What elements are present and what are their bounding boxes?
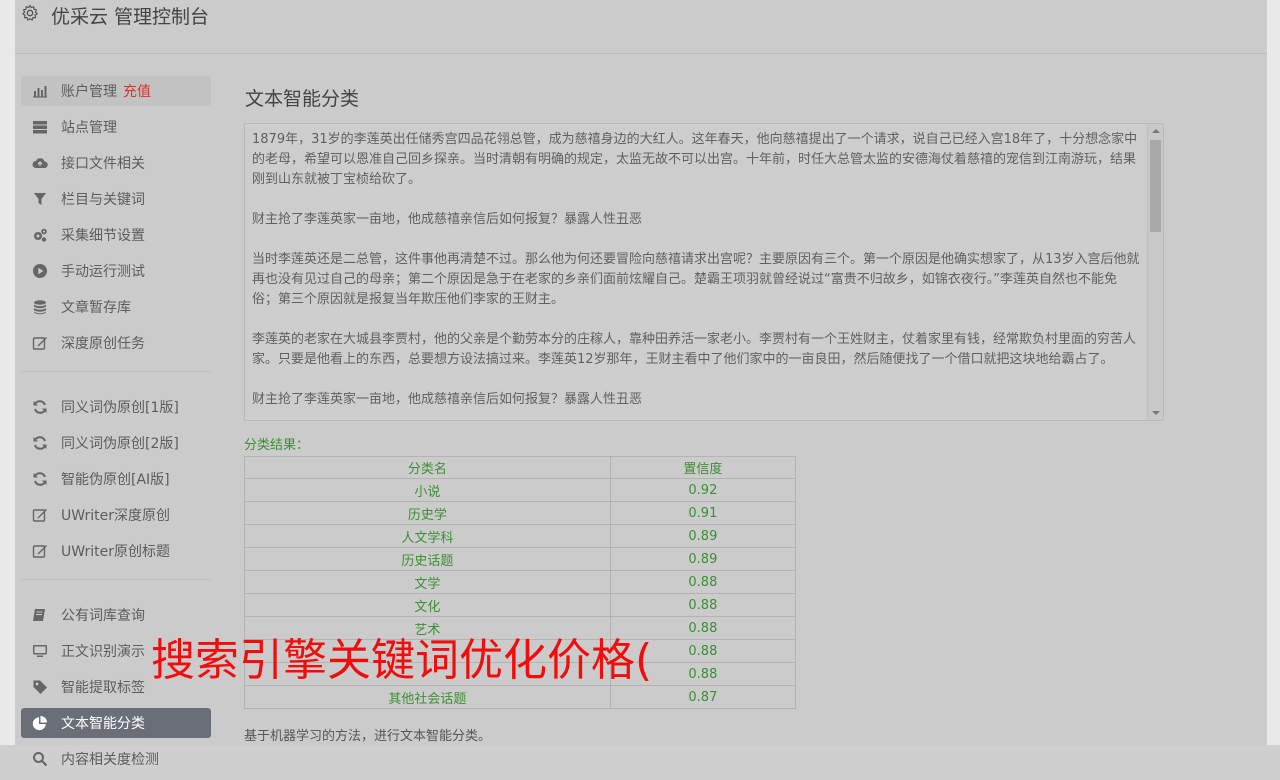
- textarea-scrollbar[interactable]: [1147, 124, 1163, 420]
- sidebar-item-label: 文章暂存库: [61, 300, 131, 316]
- sidebar-item-label: 深度原创任务: [61, 336, 145, 352]
- overlay-ad-text: 搜索引擎关键词优化价格(: [151, 635, 653, 686]
- refresh-icon: [33, 472, 47, 486]
- sidebar-item-label: 手动运行测试: [61, 264, 145, 280]
- text-paragraph: 财主抢了李莲英家一亩地，他成慈禧亲信后如何报复？暴露人性丑恶: [252, 212, 643, 227]
- category-cell: 历史话题: [244, 547, 611, 571]
- monitor-icon: [33, 645, 47, 657]
- confidence-cell: 0.89: [609, 524, 797, 548]
- text-paragraph: 李莲英的老家在大城县李贾村，他的父亲是个勤劳本分的庄稼人，靠种田养活一家老小。李…: [252, 332, 1137, 367]
- sidebar-item-text-classify[interactable]: 文本智能分类: [21, 708, 211, 738]
- confidence-cell: 0.89: [609, 547, 797, 571]
- column-header: 置信度: [609, 456, 797, 479]
- cloud-upload-icon: [32, 158, 48, 168]
- refresh-icon: [33, 436, 47, 450]
- textarea-content: 1879年，31岁的李莲英出任储秀宫四品花翎总管，成为慈禧身边的大红人。这年春天…: [252, 130, 1140, 420]
- divider: [21, 371, 211, 372]
- table-row: 历史学 0.91: [244, 501, 797, 525]
- left-margin: [0, 0, 15, 745]
- page-title: 文本智能分类: [245, 88, 360, 110]
- scroll-up-arrow-icon[interactable]: [1152, 129, 1160, 133]
- sidebar-item-label: 智能伪原创[AI版]: [61, 472, 170, 488]
- right-margin: [1267, 0, 1280, 745]
- category-cell: 文学: [244, 570, 611, 594]
- edit-icon: [32, 509, 47, 522]
- play-circle-icon: [33, 264, 47, 278]
- sidebar-item-label: UWriter原创标题: [61, 544, 170, 560]
- bar-chart-icon: [33, 86, 47, 98]
- recharge-link[interactable]: 充值: [123, 81, 151, 101]
- sidebar-item-label: 同义词伪原创[2版]: [61, 436, 179, 452]
- sidebar-item-label: UWriter深度原创: [61, 508, 170, 524]
- sidebar-item-manual-run[interactable]: 手动运行测试: [21, 256, 211, 286]
- result-label: 分类结果：: [244, 438, 310, 453]
- sidebar-item-article-store[interactable]: 文章暂存库: [21, 292, 211, 322]
- sidebar-item-label: 智能提取标签: [61, 680, 145, 696]
- sidebar-item-label: 账户管理: [61, 84, 117, 100]
- sidebar-item-label: 采集细节设置: [61, 228, 145, 244]
- table-row: 文化 0.88: [244, 593, 797, 617]
- table-row: 历史话题 0.89: [244, 547, 797, 571]
- gears-icon: [34, 228, 47, 242]
- scroll-thumb[interactable]: [1150, 140, 1161, 232]
- sidebar-item-interface-files[interactable]: 接口文件相关: [21, 148, 211, 178]
- sidebar-item-relevance-check[interactable]: 内容相关度检测: [21, 744, 211, 774]
- confidence-cell: 0.88: [609, 570, 797, 594]
- table-row: 人文学科 0.89: [244, 524, 797, 548]
- sidebar-item-label: 站点管理: [61, 120, 117, 136]
- column-header: 分类名: [244, 456, 611, 479]
- sidebar-item-public-dictionary[interactable]: 公有词库查询: [21, 600, 211, 630]
- refresh-icon: [33, 400, 47, 414]
- server-icon: [33, 121, 47, 134]
- category-cell: 小说: [244, 478, 611, 502]
- app-title: 优采云 管理控制台: [51, 6, 210, 28]
- sidebar-item-uwriter-title[interactable]: UWriter原创标题: [21, 536, 211, 566]
- sidebar-item-account[interactable]: 账户管理 充值: [21, 76, 211, 106]
- sidebar-item-collect-settings[interactable]: 采集细节设置: [21, 220, 211, 250]
- table-row: 小说 0.92: [244, 478, 797, 502]
- edit-icon: [32, 337, 47, 350]
- gear-icon: [22, 4, 38, 21]
- sidebar-item-ai-rewrite[interactable]: 智能伪原创[AI版]: [21, 464, 211, 494]
- sidebar-item-deep-original[interactable]: 深度原创任务: [21, 328, 211, 358]
- method-note: 基于机器学习的方法，进行文本智能分类。: [244, 729, 492, 744]
- confidence-cell: 0.92: [609, 478, 797, 502]
- filter-icon: [34, 193, 46, 205]
- sidebar-item-uwriter-deep[interactable]: UWriter深度原创: [21, 500, 211, 530]
- text-paragraph: 当时李莲英还是二总管，这件事他再清楚不过。那么他为何还要冒险向慈禧请求出宫呢？主…: [252, 252, 1140, 307]
- sidebar-item-label: 正文识别演示: [61, 644, 145, 660]
- sidebar-item-label: 栏目与关键词: [61, 192, 145, 208]
- text-paragraph: 财主抢了李莲英家一亩地，他成慈禧亲信后如何报复？暴露人性丑恶: [252, 392, 643, 407]
- table-row: 文学 0.88: [244, 570, 797, 594]
- search-icon: [33, 752, 48, 767]
- category-cell: 文化: [244, 593, 611, 617]
- sidebar-item-sites[interactable]: 站点管理: [21, 112, 211, 142]
- input-textarea[interactable]: 1879年，31岁的李莲英出任储秀宫四品花翎总管，成为慈禧身边的大红人。这年春天…: [244, 123, 1164, 421]
- edit-icon: [32, 545, 47, 558]
- category-cell: 人文学科: [244, 524, 611, 548]
- sidebar-item-synonym-v2[interactable]: 同义词伪原创[2版]: [21, 428, 211, 458]
- sidebar-item-label: 内容相关度检测: [61, 752, 159, 768]
- sidebar-item-label: 同义词伪原创[1版]: [61, 400, 179, 416]
- text-paragraph: 1879年，31岁的李莲英出任储秀宫四品花翎总管，成为慈禧身边的大红人。这年春天…: [252, 132, 1138, 187]
- category-cell: 历史学: [244, 501, 611, 525]
- book-icon: [33, 609, 45, 621]
- sidebar-item-label: 文本智能分类: [61, 716, 145, 732]
- sidebar-item-label: 公有词库查询: [61, 608, 145, 624]
- divider: [21, 579, 211, 580]
- tag-icon: [33, 680, 47, 694]
- sidebar-item-synonym-v1[interactable]: 同义词伪原创[1版]: [21, 392, 211, 422]
- database-icon: [34, 300, 46, 315]
- sidebar-item-columns-keywords[interactable]: 栏目与关键词: [21, 184, 211, 214]
- sidebar-item-label: 接口文件相关: [61, 156, 145, 172]
- confidence-cell: 0.88: [609, 593, 797, 617]
- scroll-down-arrow-icon[interactable]: [1152, 411, 1160, 415]
- confidence-cell: 0.91: [609, 501, 797, 525]
- pie-chart-icon: [32, 716, 47, 731]
- table-header-row: 分类名 置信度: [244, 456, 797, 479]
- header: 优采云 管理控制台: [15, 0, 1267, 54]
